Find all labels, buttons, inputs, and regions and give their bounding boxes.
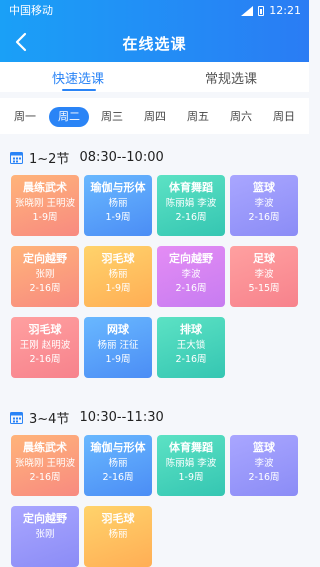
course-teacher: 张刚 [35,269,55,280]
weekday-selector: 周一 周二 周三 周四 周五 周六 周日 [0,98,309,134]
tab-quick-select[interactable]: 快速选课 [52,68,104,87]
course-card[interactable]: 瑜伽与形体杨丽 1-9周 [84,175,152,236]
course-weeks: 2-16周 [248,212,280,223]
selection-tabs: 快速选课 常规选课 [0,62,309,92]
course-weeks: 1-9周 [32,212,58,223]
course-teacher: 张刚 [35,529,55,540]
course-teacher: 陈丽娟 李波 [165,458,217,469]
course-name: 篮球 [253,181,275,194]
page-title: 在线选课 [122,35,187,53]
day-monday[interactable]: 周一 [5,107,45,127]
status-icons: 12:21 [241,2,301,20]
course-teacher: 王大锁 [176,340,206,351]
section-header: 1~2节 08:30--10:00 [10,147,164,167]
course-name: 排球 [180,323,202,336]
course-card[interactable]: 篮球李波 2-16周 [230,175,298,236]
course-card[interactable]: 排球王大锁 2-16周 [157,317,225,378]
course-teacher: 陈丽娟 李波 [165,198,217,209]
battery-icon [258,6,265,16]
status-time: 12:21 [269,4,301,17]
day-thursday[interactable]: 周四 [135,107,175,127]
course-name: 瑜伽与形体 [90,181,146,194]
course-name: 瑜伽与形体 [90,441,146,454]
course-teacher: 王刚 赵明波 [19,340,71,351]
course-weeks: 1-9周 [105,354,131,365]
section-period: 3~4节 [29,411,70,427]
course-card[interactable]: 晨练武术张晓刚 王明波 1-9周 [11,175,79,236]
course-name: 羽毛球 [101,512,135,525]
course-card[interactable]: 体育舞蹈陈丽娟 李波 2-16周 [157,175,225,236]
course-teacher: 杨丽 [108,529,128,540]
course-name: 体育舞蹈 [169,441,213,454]
course-card[interactable]: 定向越野 张刚 [11,506,79,567]
course-teacher: 李波 [254,198,274,209]
course-card[interactable]: 羽毛球杨丽 1-9周 [84,246,152,307]
course-weeks: 2-16周 [175,354,207,365]
course-weeks: 2-16周 [175,283,207,294]
section-header: 3~4节 10:30--11:30 [10,407,164,427]
course-weeks: 2-16周 [248,472,280,483]
course-teacher: 杨丽 [108,458,128,469]
calendar-icon [10,411,23,424]
course-card[interactable]: 瑜伽与形体杨丽 2-16周 [84,435,152,496]
course-name: 晨练武术 [23,181,67,194]
course-name: 篮球 [253,441,275,454]
course-name: 体育舞蹈 [169,181,213,194]
course-teacher: 杨丽 [108,198,128,209]
course-teacher: 张晓刚 王明波 [14,458,76,469]
course-weeks: 2-16周 [175,212,207,223]
course-weeks: 1-9周 [178,472,204,483]
course-name: 定向越野 [169,252,213,265]
course-teacher: 李波 [254,269,274,280]
day-sunday[interactable]: 周日 [264,107,304,127]
course-name: 羽毛球 [101,252,135,265]
tab-regular-select[interactable]: 常规选课 [205,68,257,87]
section-time: 08:30--10:00 [79,149,164,165]
course-teacher: 杨丽 汪征 [97,340,139,351]
course-card[interactable]: 晨练武术张晓刚 王明波 2-16周 [11,435,79,496]
course-card[interactable]: 网球杨丽 汪征 1-9周 [84,317,152,378]
course-name: 足球 [253,252,275,265]
course-weeks: 2-16周 [29,472,61,483]
signal-icon [241,6,254,16]
app-header: 中国移动 12:21 在线选课 [0,0,309,62]
status-bar: 中国移动 12:21 [0,2,309,20]
course-weeks: 2-16周 [102,472,134,483]
course-weeks: 1-9周 [105,283,131,294]
course-card[interactable]: 体育舞蹈陈丽娟 李波 1-9周 [157,435,225,496]
calendar-icon [10,151,23,164]
course-name: 羽毛球 [28,323,62,336]
course-name: 定向越野 [23,512,67,525]
course-name: 网球 [107,323,129,336]
title-bar: 在线选课 [0,26,309,58]
course-teacher: 李波 [254,458,274,469]
course-card[interactable]: 篮球李波 2-16周 [230,435,298,496]
course-teacher: 张晓刚 王明波 [14,198,76,209]
day-friday[interactable]: 周五 [178,107,218,127]
course-weeks: 1-9周 [105,212,131,223]
course-teacher: 杨丽 [108,269,128,280]
course-weeks: 5-15周 [248,283,280,294]
active-tab-indicator [62,89,96,91]
course-name: 晨练武术 [23,441,67,454]
course-weeks: 2-16周 [29,283,61,294]
carrier-label: 中国移动 [9,4,53,17]
day-tuesday[interactable]: 周二 [49,107,89,127]
course-card[interactable]: 定向越野李波 2-16周 [157,246,225,307]
course-name: 定向越野 [23,252,67,265]
section-period: 1~2节 [29,151,70,167]
course-teacher: 李波 [181,269,201,280]
section-time: 10:30--11:30 [79,409,164,425]
course-card[interactable]: 足球李波 5-15周 [230,246,298,307]
course-card[interactable]: 羽毛球王刚 赵明波 2-16周 [11,317,79,378]
day-wednesday[interactable]: 周三 [92,107,132,127]
day-saturday[interactable]: 周六 [221,107,261,127]
course-card[interactable]: 定向越野张刚 2-16周 [11,246,79,307]
course-weeks: 2-16周 [29,354,61,365]
course-card[interactable]: 羽毛球 杨丽 [84,506,152,567]
